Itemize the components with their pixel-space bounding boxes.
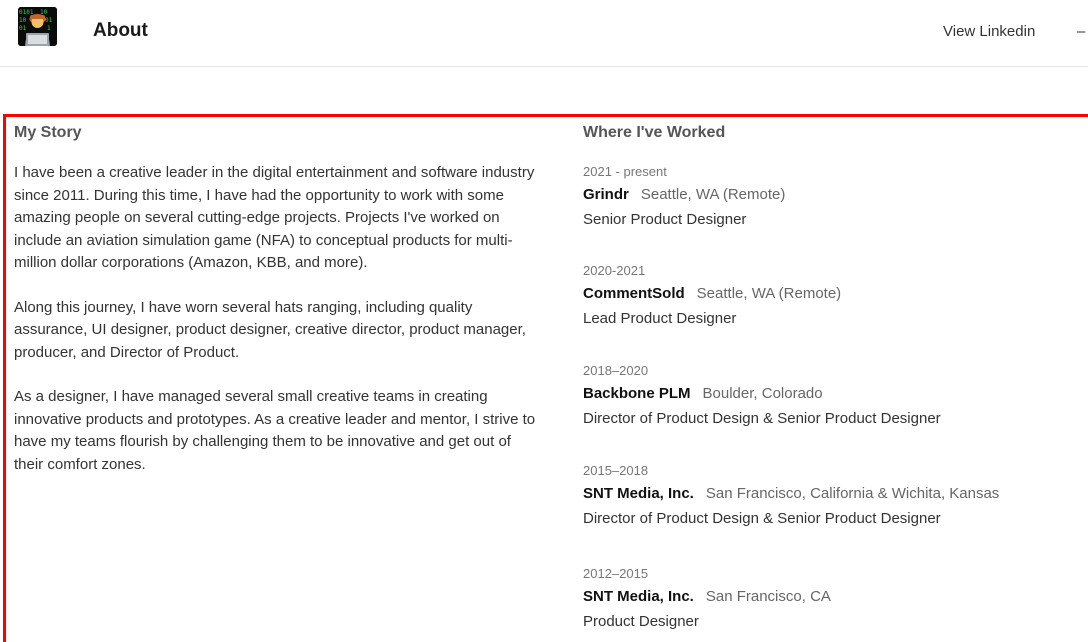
job-location: Seattle, WA (Remote) [640,186,786,203]
job-company: Backbone PLM [583,385,691,402]
job-company-line: SNT Media, Inc. San Francisco, California… [583,481,1088,506]
svg-text:10: 10 [19,17,27,24]
job-company-line: SNT Media, Inc. San Francisco, CA [583,584,1088,609]
job-entry: 2018–2020 Backbone PLM Boulder, Colorado … [583,361,1088,431]
job-years: 2012–2015 [583,566,649,581]
job-company-line: Grindr Seattle, WA (Remote) [583,182,1088,207]
story-paragraph: As a designer, I have managed several sm… [14,388,536,473]
job-location: Boulder, Colorado [702,385,823,402]
job-role: Senior Product Designer [583,211,747,228]
job-location: Seattle, WA (Remote) [696,285,842,302]
job-entry: 2020-2021 CommentSold Seattle, WA (Remote… [583,261,1088,331]
job-location: San Francisco, CA [705,588,831,605]
developer-emoji-icon[interactable]: 0101 10 10 01 01 1 [18,7,57,46]
job-entry: 2012–2015 SNT Media, Inc. San Francisco, … [583,564,1088,634]
job-role: Director of Product Design & Senior Prod… [583,510,941,527]
view-linkedin-link[interactable]: View Linkedin [943,23,1035,40]
story-paragraph: Along this journey, I have worn several … [14,298,526,361]
job-years: 2015–2018 [583,463,649,478]
job-role: Product Designer [583,613,699,630]
where-ive-worked-heading: Where I've Worked [583,124,726,141]
job-role: Lead Product Designer [583,310,737,327]
job-company: SNT Media, Inc. [583,485,694,502]
job-location: San Francisco, California & Wichita, Kan… [705,485,1000,502]
job-company: SNT Media, Inc. [583,588,694,605]
job-role: Director of Product Design & Senior Prod… [583,410,941,427]
svg-text:01: 01 [19,25,27,32]
job-entry: 2015–2018 SNT Media, Inc. San Francisco, … [583,461,1088,531]
job-company-line: Backbone PLM Boulder, Colorado [583,381,1088,406]
svg-text:1: 1 [47,25,51,32]
job-company: Grindr [583,186,629,203]
job-years: 2021 - present [583,164,667,179]
svg-text:01: 01 [45,17,53,24]
job-entry: 2021 - present Grindr Seattle, WA (Remote… [583,162,1088,232]
job-years: 2018–2020 [583,363,649,378]
my-story-heading: My Story [14,124,82,141]
job-company-line: CommentSold Seattle, WA (Remote) [583,281,1088,306]
job-years: 2020-2021 [583,263,646,278]
svg-text:0101: 0101 [19,9,34,16]
story-text: I have been a creative leader in the dig… [14,162,544,498]
job-company: CommentSold [583,285,685,302]
site-header: 0101 10 10 01 01 1 About View Linkedin – [0,0,1088,67]
page-title: About [93,20,148,41]
story-paragraph: I have been a creative leader in the dig… [14,164,535,271]
nav-separator: – [1077,23,1086,40]
